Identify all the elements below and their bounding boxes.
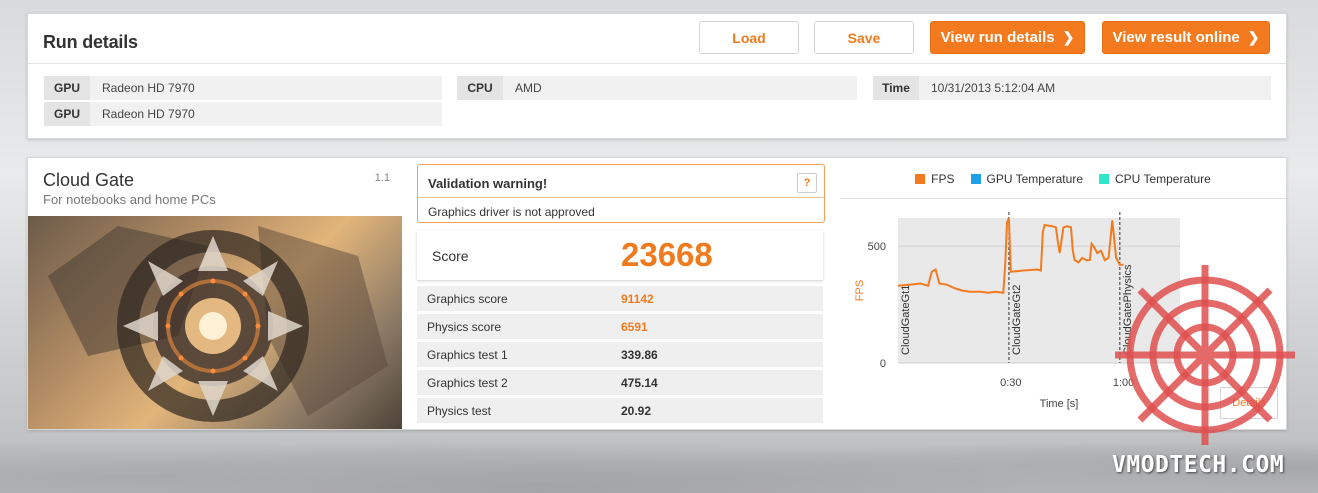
test-marker-label: CloudGateGt1 [900,285,912,355]
stat-row: Graphics test 1 339.86 [417,342,823,367]
gpu-label: GPU [44,102,90,126]
run-details-panel: Run details Load Save View run details ❯… [27,13,1287,139]
score-value: 23668 [621,236,713,273]
divider [28,63,1286,64]
score-box: Score 23668 [417,231,823,280]
gpu-value: Radeon HD 7970 [102,81,195,95]
y-tick-label: 0 [880,358,886,370]
stat-label: Graphics score [427,292,508,306]
stat-value: 20.92 [621,404,652,418]
stat-row: Graphics test 2 475.14 [417,370,823,395]
divider [418,197,824,198]
stat-row: Physics score 6591 [417,314,823,339]
cpu-info-row: CPU AMD [457,76,857,100]
stat-label: Graphics test 2 [427,376,508,390]
watermark-text: VMODTECH.COM [1112,452,1285,478]
run-details-title: Run details [43,32,138,52]
cpu-value: AMD [515,81,542,95]
validation-warning: Validation warning! ? Graphics driver is… [417,164,825,223]
stat-value: 91142 [621,292,654,306]
gpu-value: Radeon HD 7970 [102,107,195,121]
benchmark-version: 1.1 [374,172,390,184]
benchmark-panel: Cloud Gate For notebooks and home PCs 1.… [27,157,1287,430]
view-run-details-button[interactable]: View run details ❯ [930,21,1085,54]
view-result-online-button[interactable]: View result online ❯ [1102,21,1270,54]
benchmark-subtitle: For notebooks and home PCs [43,192,216,207]
save-button[interactable]: Save [814,21,914,54]
time-label: Time [873,76,919,100]
stat-label: Physics test [427,404,492,418]
vmodtech-logo [1115,265,1295,445]
y-tick-label: 500 [868,241,886,253]
time-info-row: Time 10/31/2013 5:12:04 AM [873,76,1271,100]
benchmark-image [28,216,402,429]
test-marker-label: CloudGateGt2 [1011,285,1023,355]
stat-label: Graphics test 1 [427,348,508,362]
load-button[interactable]: Load [699,21,799,54]
cpu-label: CPU [457,76,503,100]
score-label: Score [432,248,469,264]
stat-value: 6591 [621,320,648,334]
stat-value: 339.86 [621,348,658,362]
stat-row: Physics test 20.92 [417,398,823,423]
benchmark-title: Cloud Gate [43,170,135,190]
gpu-label: GPU [44,76,90,100]
y-axis-label: FPS [854,280,866,301]
time-value: 10/31/2013 5:12:04 AM [931,81,1056,95]
gpu-info-row: GPU Radeon HD 7970 [44,76,442,100]
benchmark-header: Cloud Gate For notebooks and home PCs 1.… [28,158,402,216]
chevron-right-icon: ❯ [1247,29,1260,45]
view-run-details-label: View run details [940,29,1055,46]
stat-value: 475.14 [621,376,658,390]
chevron-right-icon: ❯ [1062,29,1075,45]
validation-warning-message: Graphics driver is not approved [428,205,595,219]
stat-label: Physics score [427,320,502,334]
view-result-online-label: View result online [1112,29,1240,46]
help-button[interactable]: ? [797,173,817,193]
validation-warning-title: Validation warning! [428,176,548,191]
stat-row: Graphics score 91142 [417,286,823,311]
x-axis-label: Time [s] [1040,398,1079,410]
gpu-info-row: GPU Radeon HD 7970 [44,102,442,126]
x-tick-label: 0:30 [1000,377,1021,389]
